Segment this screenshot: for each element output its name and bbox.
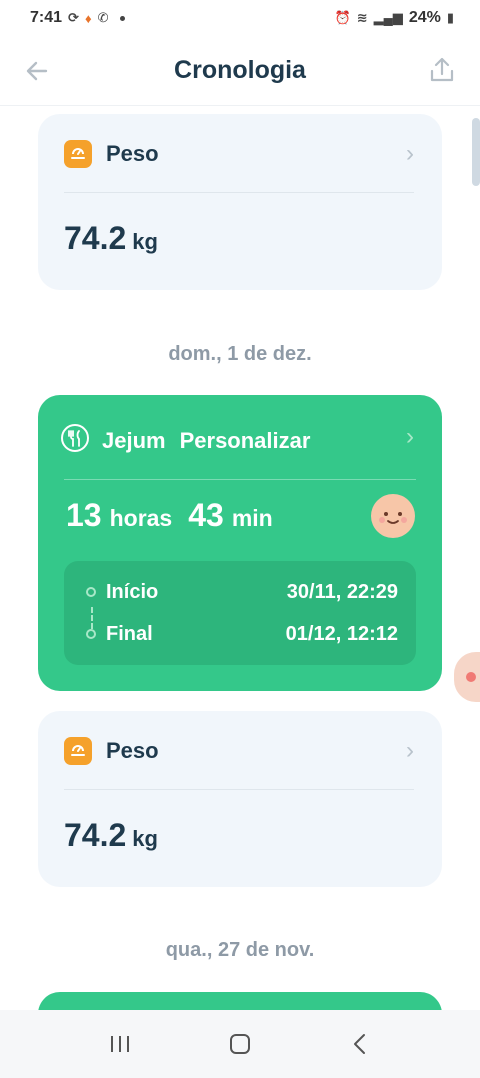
recent-apps-icon[interactable]: [100, 1024, 140, 1064]
start-label: Início: [106, 581, 159, 603]
end-value: 01/12, 12:12: [285, 623, 398, 645]
fasting-label: Jejum: [102, 427, 166, 453]
chevron-right-icon: ›: [406, 140, 414, 167]
scale-icon: [64, 737, 92, 765]
divider: [64, 479, 416, 480]
scale-icon: [64, 140, 92, 168]
smiley-face-icon: [370, 493, 416, 539]
battery-icon: ▮: [446, 10, 454, 25]
share-icon[interactable]: [426, 54, 458, 86]
status-time: 7:41: [30, 9, 63, 26]
more-notifications-icon: [120, 15, 126, 21]
weight-value: 74.2: [64, 220, 127, 256]
duration-hours-unit: horas: [109, 505, 173, 531]
app-notification-icon: ⟳: [68, 10, 79, 25]
top-app-bar: Cronologia: [0, 36, 480, 106]
weight-label: Peso: [106, 141, 159, 166]
weight-entry-card[interactable]: Peso › 74.2 kg: [38, 114, 442, 290]
system-navigation-bar: [0, 1010, 480, 1078]
home-icon[interactable]: [220, 1024, 260, 1064]
back-arrow-icon[interactable]: [22, 56, 52, 86]
whatsapp-icon: ✆: [97, 10, 109, 25]
start-value: 30/11, 22:29: [286, 581, 398, 603]
wifi-icon: ≋: [356, 10, 368, 25]
signal-icon: ▂▄▆: [373, 10, 403, 25]
battery-percent: 24%: [408, 9, 441, 26]
fasting-duration: 13 horas 43 min: [66, 497, 281, 534]
page-title: Cronologia: [174, 56, 306, 84]
divider: [64, 789, 414, 790]
status-bar: 7:41 ⟳ ♦ ✆ ⏰ ≋ ▂▄▆ 24% ▮: [0, 0, 480, 36]
chevron-right-icon: ›: [406, 737, 414, 764]
fasting-times-panel: Início 30/11, 22:29 Final 01/12, 12:12: [64, 561, 416, 665]
date-header: qua., 27 de nov.: [165, 939, 315, 961]
date-header: dom., 1 de dez.: [168, 343, 312, 365]
back-nav-icon[interactable]: [340, 1024, 380, 1064]
end-label: Final: [106, 623, 153, 645]
weight-value: 74.2: [64, 817, 127, 853]
start-dot-icon: [86, 587, 96, 597]
weight-unit: kg: [132, 229, 158, 254]
fork-knife-icon: [60, 423, 90, 458]
divider: [64, 192, 414, 193]
flame-icon: ♦: [84, 10, 92, 26]
fasting-entry-card[interactable]: [38, 992, 442, 1010]
weight-entry-card[interactable]: Peso › 74.2 kg: [38, 711, 442, 887]
duration-hours: 13: [66, 497, 102, 533]
weight-unit: kg: [132, 826, 158, 851]
timeline-list[interactable]: Peso › 74.2 kg dom., 1 de dez. Jejum Per…: [0, 107, 480, 1010]
duration-minutes-unit: min: [231, 505, 273, 531]
scrollbar[interactable]: [472, 118, 480, 186]
fasting-plan-type: Personalizar: [179, 427, 311, 453]
end-dot-icon: [86, 629, 96, 639]
alarm-icon: ⏰: [334, 10, 351, 25]
duration-minutes: 43: [188, 497, 224, 533]
weight-label: Peso: [106, 738, 159, 763]
chevron-right-icon: ›: [406, 423, 414, 450]
fasting-entry-card[interactable]: Jejum Personalizar › 13 horas 43 min Iní…: [38, 395, 442, 691]
